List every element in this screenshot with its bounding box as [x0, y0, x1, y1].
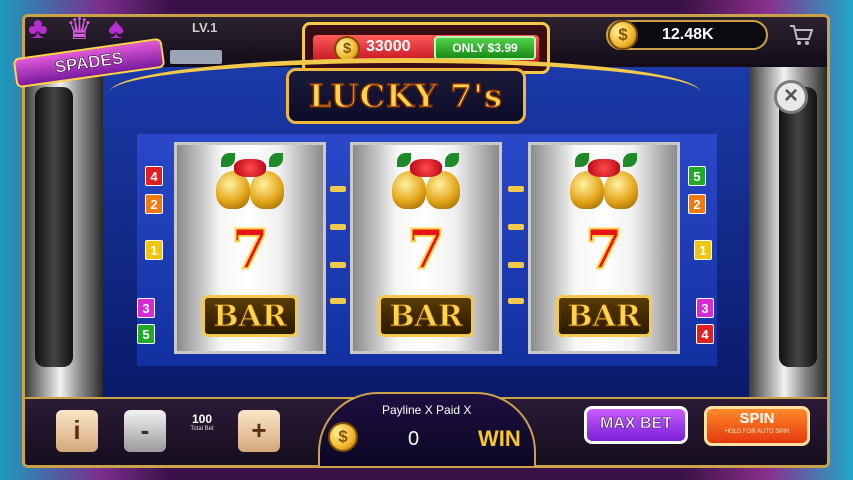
reel-divider-mark — [330, 224, 346, 230]
game-screen: ♣ ♛ ♠ SPADES LV.1 $ 33000 ONLY $3.99 $ 1… — [0, 0, 853, 480]
bells-symbol — [353, 153, 499, 215]
payline-marker: 1 — [145, 240, 163, 260]
reel-divider-mark — [508, 186, 524, 192]
payline-marker: 4 — [696, 324, 714, 344]
crown-icon: ♛ — [66, 13, 93, 46]
shopping-cart-icon[interactable] — [788, 22, 814, 48]
spade-icon: ♠ — [108, 12, 124, 45]
spades-badge[interactable]: ♣ ♛ ♠ SPADES — [4, 8, 180, 89]
win-label: WIN — [478, 426, 521, 451]
promo-coin-amount: 33000 — [366, 38, 411, 55]
bar-symbol: BAR — [353, 295, 499, 341]
total-bet-display: 100 Total Bet — [166, 412, 238, 442]
payline-info: Payline X Paid X — [382, 403, 472, 417]
increase-bet-button[interactable]: + — [238, 410, 280, 452]
buy-offer-button[interactable]: ONLY $3.99 — [434, 36, 536, 60]
win-coin-icon: $ — [328, 422, 358, 452]
xp-progress-bar — [170, 50, 222, 64]
payline-marker: 2 — [145, 194, 163, 214]
right-pillar — [749, 67, 827, 397]
seven-symbol: 7 — [230, 217, 270, 281]
payline-marker: 2 — [688, 194, 706, 214]
spin-label: SPIN — [739, 410, 775, 427]
reel-divider-mark — [508, 224, 524, 230]
bar-symbol: BAR — [531, 295, 677, 341]
club-icon: ♣ — [28, 12, 48, 45]
level-label: LV.1 — [192, 20, 218, 35]
left-pillar — [25, 67, 103, 397]
reel-divider-mark — [330, 262, 346, 268]
decrease-bet-button[interactable]: - — [124, 410, 166, 452]
bells-symbol — [177, 153, 323, 215]
bells-symbol — [531, 153, 677, 215]
payline-marker: 3 — [696, 298, 714, 318]
total-bet-value: 100 — [191, 412, 213, 426]
payline-marker: 1 — [694, 240, 712, 260]
info-button[interactable]: i — [56, 410, 98, 452]
balance-value: 12.48K — [662, 26, 714, 43]
payline-marker: 4 — [145, 166, 163, 186]
reel-divider-mark — [508, 298, 524, 304]
balance-coin-icon: $ — [608, 20, 638, 50]
spin-button[interactable]: SPIN HOLD FOR AUTO SPIN — [704, 406, 810, 446]
spin-hint: HOLD FOR AUTO SPIN — [724, 429, 790, 435]
reel-2: 7 BAR — [350, 142, 502, 354]
seven-symbol: 7 — [406, 217, 446, 281]
machine-title-plate: LUCKY 7's — [286, 68, 526, 124]
seven-symbol: 7 — [584, 217, 624, 281]
payline-marker: 5 — [688, 166, 706, 186]
bar-symbol: BAR — [177, 295, 323, 341]
payline-marker: 5 — [137, 324, 155, 344]
reel-divider-mark — [508, 262, 524, 268]
reel-1: 7 BAR — [174, 142, 326, 354]
max-bet-button[interactable]: MAX BET — [584, 406, 688, 444]
win-amount: 0 — [408, 428, 420, 450]
close-icon[interactable]: × — [774, 80, 808, 114]
total-bet-label: Total Bet — [190, 426, 214, 432]
reel-divider-mark — [330, 186, 346, 192]
machine-title: LUCKY 7's — [308, 76, 504, 116]
reel-divider-mark — [330, 298, 346, 304]
reel-3: 7 BAR — [528, 142, 680, 354]
payline-marker: 3 — [137, 298, 155, 318]
